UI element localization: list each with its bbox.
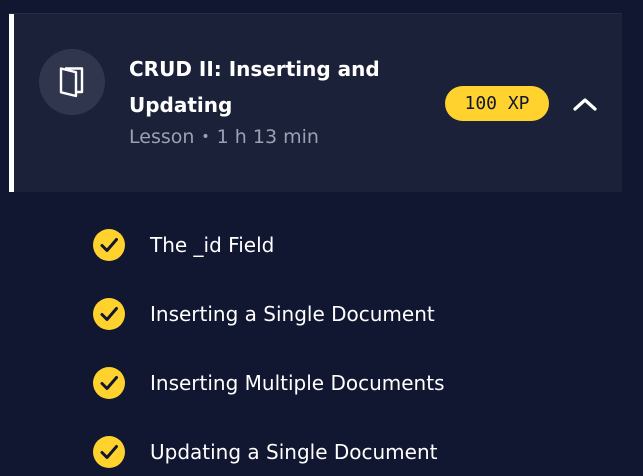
exercise-label: Updating a Single Document bbox=[150, 440, 438, 464]
exercise-label: Inserting Multiple Documents bbox=[150, 371, 445, 395]
lesson-duration: 1 h 13 min bbox=[216, 126, 319, 148]
course-outline: CRUD II: Inserting and Updating Lesson •… bbox=[0, 0, 643, 476]
chevron-up-icon bbox=[573, 98, 597, 111]
exercise-item[interactable]: Inserting a Single Document bbox=[92, 294, 435, 334]
notebook-icon bbox=[59, 67, 84, 98]
lesson-meta: Lesson • 1 h 13 min bbox=[129, 123, 319, 151]
exercise-item[interactable]: Inserting Multiple Documents bbox=[92, 363, 444, 403]
check-circle-icon bbox=[93, 367, 125, 399]
check-circle-icon bbox=[93, 298, 125, 330]
xp-badge: 100 XP bbox=[445, 86, 549, 121]
check-circle-icon bbox=[93, 436, 125, 468]
exercise-item[interactable]: Updating a Single Document bbox=[92, 432, 437, 472]
meta-separator: • bbox=[201, 129, 210, 145]
lesson-icon-container bbox=[39, 49, 105, 115]
lesson-header[interactable]: CRUD II: Inserting and Updating Lesson •… bbox=[9, 13, 622, 192]
active-indicator bbox=[9, 14, 14, 192]
lesson-type: Lesson bbox=[129, 126, 195, 148]
exercise-item[interactable]: The _id Field bbox=[92, 225, 274, 265]
exercise-label: Inserting a Single Document bbox=[150, 302, 435, 326]
check-circle-icon bbox=[93, 229, 125, 261]
lesson-title: CRUD II: Inserting and Updating bbox=[129, 57, 380, 117]
collapse-button[interactable] bbox=[565, 87, 605, 121]
exercise-label: The _id Field bbox=[150, 233, 275, 257]
